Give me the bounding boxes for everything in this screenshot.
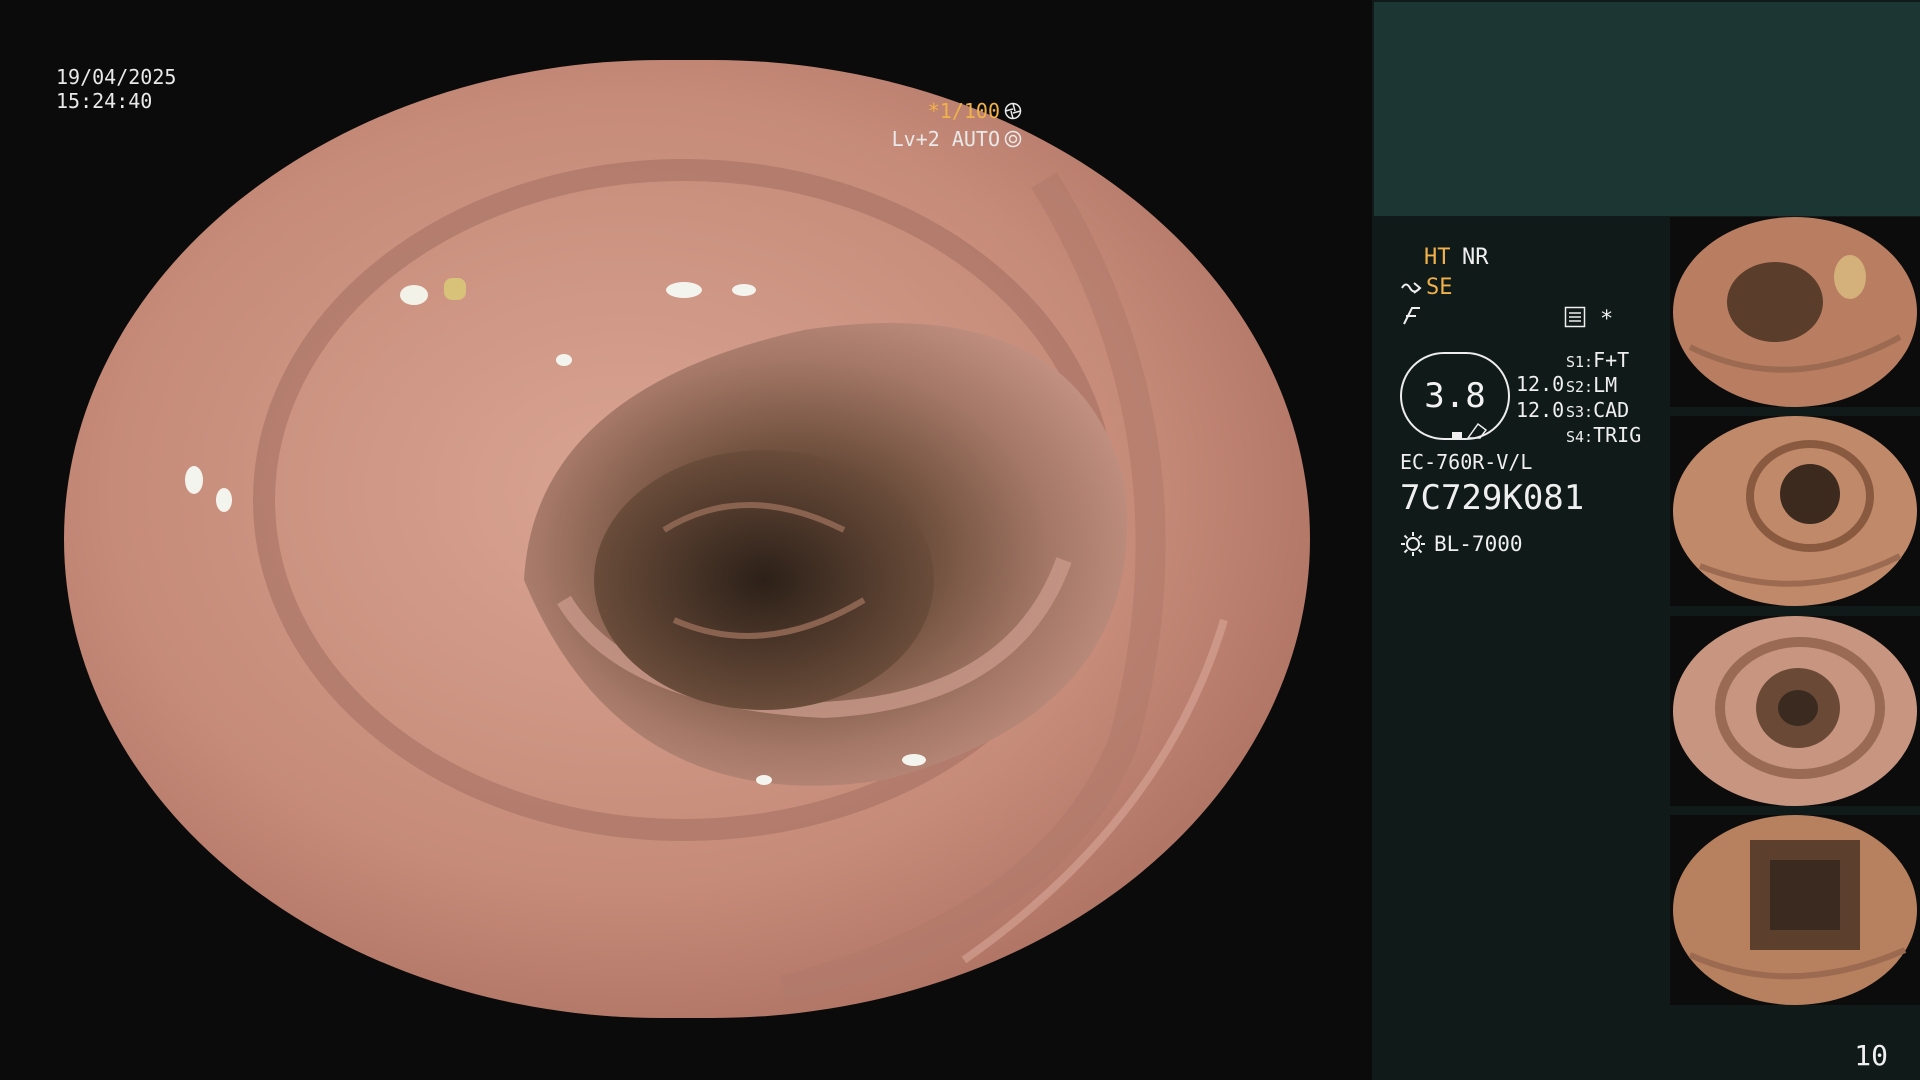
captured-image-thumbnail[interactable] <box>1670 217 1920 407</box>
preset-key: S3: <box>1566 403 1594 421</box>
image-count: 10 <box>1854 1039 1888 1072</box>
light-source-icon <box>1401 532 1425 556</box>
exam-time: 15:24:40 <box>56 89 153 113</box>
thumbnail-image <box>1670 815 1920 1005</box>
captured-image-thumbnail[interactable] <box>1670 416 1920 606</box>
preset-s1: S1:F+T <box>1566 348 1629 374</box>
light-source-row: BL-7000 <box>1400 530 1523 558</box>
patient-info-area <box>1374 2 1920 216</box>
auto-exposure-icon <box>1004 130 1022 148</box>
endoscope-live-view: 19/04/2025 15:24:40 *1/100 Lv+2 AUTO <box>0 0 1372 1080</box>
preset-s4: S4:TRIG <box>1566 423 1641 449</box>
thumbnail-image <box>1670 616 1920 806</box>
captured-image-thumbnail[interactable] <box>1670 815 1920 1005</box>
scale-value-top: 12.0 <box>1516 372 1565 396</box>
preset-s3: S3:CAD <box>1566 398 1629 424</box>
zoom-value: 3.8 <box>1424 376 1486 416</box>
preset-key: S1: <box>1566 353 1594 371</box>
preset-value: TRIG <box>1593 423 1642 447</box>
zoom-indicator: 3.8 <box>1400 352 1510 440</box>
shutter-value: *1/100 <box>927 99 1000 123</box>
menu-indicator <box>1564 306 1586 336</box>
se-mode-label: SE <box>1426 275 1453 300</box>
scale-value-bottom: 12.0 <box>1516 398 1565 422</box>
scope-serial-number: 7C729K081 <box>1400 478 1585 518</box>
color-enhance-indicator <box>1400 304 1424 336</box>
preset-value: F+T <box>1593 348 1630 372</box>
captured-image-thumbnail[interactable] <box>1670 616 1920 806</box>
colon-lumen-illustration <box>64 60 1310 1018</box>
scope-model: EC-760R-V/L <box>1400 450 1533 474</box>
preset-s2: S2:LM <box>1566 373 1617 399</box>
zoom-position-icon <box>1452 422 1488 439</box>
thumbnail-image <box>1670 217 1920 407</box>
iris-icon <box>1004 102 1022 120</box>
ht-mode-label: HT <box>1424 245 1451 270</box>
exam-date: 19/04/2025 <box>56 65 177 89</box>
brightness-indicator: Lv+2 AUTO <box>892 126 1022 152</box>
light-source-model: BL-7000 <box>1434 532 1523 556</box>
thumbnail-image <box>1670 416 1920 606</box>
preset-value: CAD <box>1593 398 1630 422</box>
nr-mode-label: NR <box>1462 245 1489 270</box>
settings-list-icon <box>1564 306 1586 328</box>
endoscopy-image <box>64 60 1310 1018</box>
shutter-indicator: *1/100 <box>928 98 1022 124</box>
color-enhance-icon <box>1403 307 1420 325</box>
asterisk-mark: * <box>1600 307 1614 332</box>
preset-key: S2: <box>1566 378 1594 396</box>
preset-key: S4: <box>1566 428 1594 446</box>
structure-enhance-icon <box>1401 282 1422 294</box>
structure-enhance-row: SE <box>1400 274 1453 302</box>
brightness-level: Lv+2 AUTO <box>891 127 1000 151</box>
preset-value: LM <box>1593 373 1618 397</box>
